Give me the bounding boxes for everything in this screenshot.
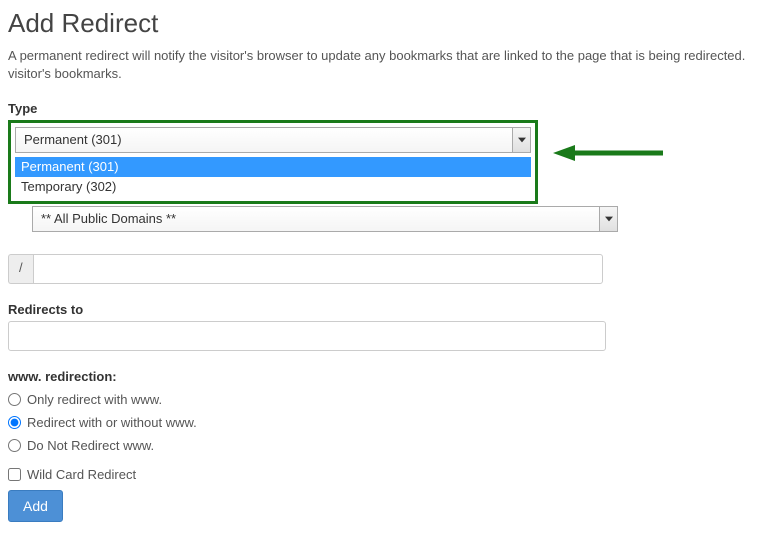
type-select[interactable]: Permanent (301) — [15, 127, 531, 153]
type-select-value: Permanent (301) — [24, 132, 122, 147]
arrow-left-icon — [553, 143, 663, 163]
chevron-down-icon — [599, 207, 617, 231]
radio-input[interactable] — [8, 393, 21, 406]
wildcard-label: Wild Card Redirect — [27, 467, 136, 482]
type-dropdown-highlight: Permanent (301) Permanent (301) Temporar… — [8, 120, 538, 204]
path-row: / — [8, 254, 756, 284]
redirects-to-input[interactable] — [8, 321, 606, 351]
www-radio-only[interactable]: Only redirect with www. — [8, 392, 756, 407]
domain-select-value: ** All Public Domains ** — [41, 211, 176, 226]
radio-input[interactable] — [8, 416, 21, 429]
page-title: Add Redirect — [8, 8, 756, 39]
www-radio-none[interactable]: Do Not Redirect www. — [8, 438, 756, 453]
radio-input[interactable] — [8, 439, 21, 452]
redirects-to-label: Redirects to — [8, 302, 756, 317]
type-option-temporary[interactable]: Temporary (302) — [15, 177, 531, 197]
wildcard-checkbox-row[interactable]: Wild Card Redirect — [8, 467, 756, 482]
type-dropdown-list: Permanent (301) Temporary (302) — [15, 157, 531, 197]
type-option-permanent[interactable]: Permanent (301) — [15, 157, 531, 177]
path-input[interactable] — [33, 254, 603, 284]
chevron-down-icon — [512, 128, 530, 152]
www-redirection-label: www. redirection: — [8, 369, 756, 384]
path-prefix: / — [8, 254, 33, 284]
www-radio-group: Only redirect with www. Redirect with or… — [8, 392, 756, 453]
page-description: A permanent redirect will notify the vis… — [8, 47, 756, 83]
radio-label: Do Not Redirect www. — [27, 438, 154, 453]
wildcard-checkbox[interactable] — [8, 468, 21, 481]
type-label: Type — [8, 101, 756, 116]
add-button[interactable]: Add — [8, 490, 63, 522]
domain-select[interactable]: ** All Public Domains ** — [32, 206, 618, 232]
www-radio-both[interactable]: Redirect with or without www. — [8, 415, 756, 430]
radio-label: Redirect with or without www. — [27, 415, 197, 430]
radio-label: Only redirect with www. — [27, 392, 162, 407]
